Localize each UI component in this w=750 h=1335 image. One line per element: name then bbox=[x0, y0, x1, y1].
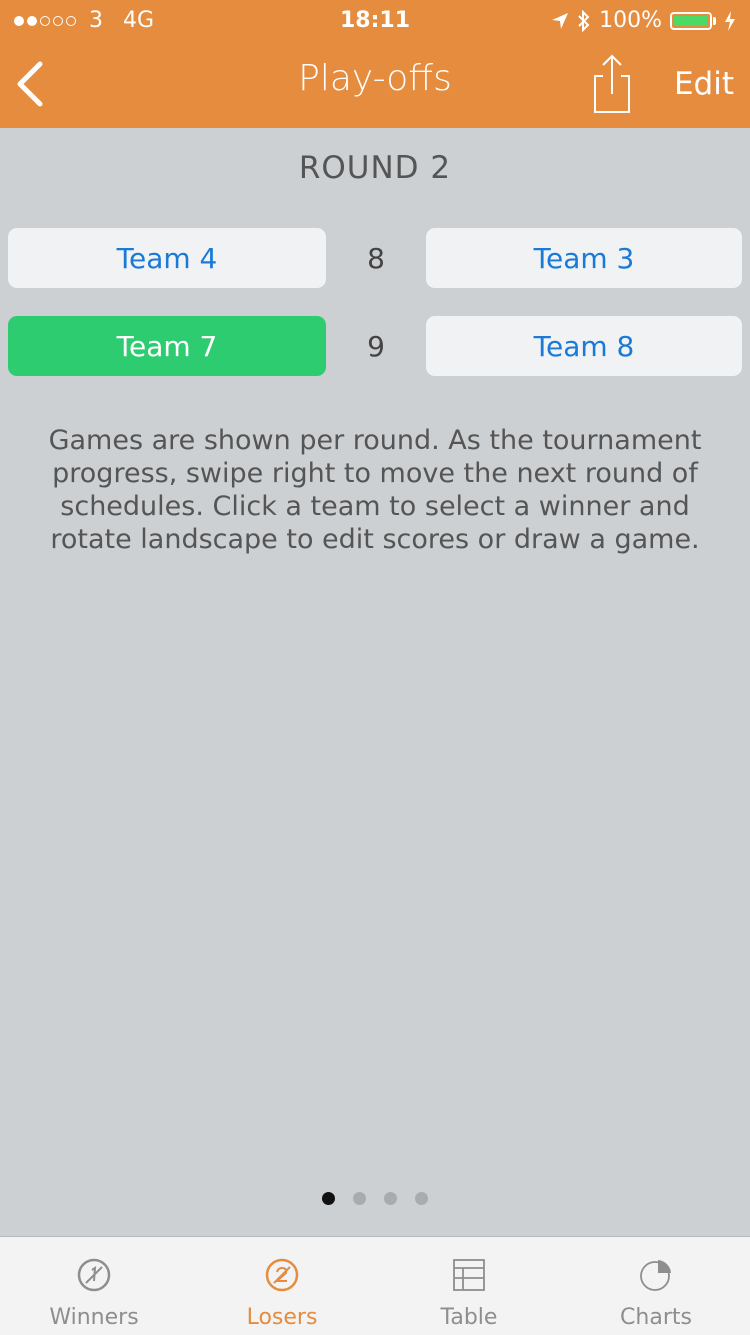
nav-bar: Play-offs Edit bbox=[0, 40, 750, 128]
status-right: 100% bbox=[543, 8, 736, 33]
chevron-left-icon bbox=[17, 61, 43, 107]
bluetooth-icon bbox=[578, 9, 590, 32]
table-icon bbox=[453, 1259, 485, 1291]
tab-bar: Winners Losers Table Charts bbox=[0, 1236, 750, 1335]
battery-icon bbox=[670, 11, 716, 30]
back-button[interactable] bbox=[10, 54, 60, 114]
page-indicator[interactable] bbox=[0, 1192, 750, 1205]
tab-winners[interactable]: Winners bbox=[0, 1237, 188, 1335]
page-dot-active[interactable] bbox=[322, 1192, 335, 1205]
page-dot[interactable] bbox=[353, 1192, 366, 1205]
header: 3 4G 18:11 100% Play-offs Edit bbox=[0, 0, 750, 128]
team-button-away[interactable]: Team 8 bbox=[426, 316, 742, 376]
battery-percent: 100% bbox=[599, 8, 662, 33]
tab-losers[interactable]: Losers bbox=[188, 1237, 376, 1335]
share-icon bbox=[594, 54, 630, 113]
losers-badge-icon bbox=[265, 1258, 299, 1292]
match-score: 9 bbox=[367, 329, 385, 363]
tab-table[interactable]: Table bbox=[375, 1237, 563, 1335]
match-row: Team 7 9 Team 8 bbox=[8, 316, 742, 376]
tab-label: Charts bbox=[620, 1305, 692, 1330]
page-title: Play-offs bbox=[298, 58, 452, 99]
edit-button[interactable]: Edit bbox=[674, 66, 734, 102]
tab-label: Winners bbox=[49, 1305, 139, 1330]
winners-badge-icon bbox=[77, 1258, 111, 1292]
share-button[interactable] bbox=[586, 50, 636, 114]
tab-label: Losers bbox=[246, 1305, 318, 1330]
team-button-away[interactable]: Team 3 bbox=[426, 228, 742, 288]
team-button-home-winner[interactable]: Team 7 bbox=[8, 316, 326, 376]
tab-charts[interactable]: Charts bbox=[562, 1237, 750, 1335]
team-button-home[interactable]: Team 4 bbox=[8, 228, 326, 288]
location-arrow-icon bbox=[552, 12, 569, 29]
status-bar: 3 4G 18:11 100% bbox=[0, 0, 750, 40]
instructions-text: Games are shown per round. As the tourna… bbox=[48, 425, 702, 555]
round-title: ROUND 2 bbox=[298, 150, 452, 186]
match-row: Team 4 8 Team 3 bbox=[8, 228, 742, 288]
tab-label: Table bbox=[440, 1305, 498, 1330]
charging-bolt-icon bbox=[725, 10, 735, 31]
page-dot[interactable] bbox=[415, 1192, 428, 1205]
page-dot[interactable] bbox=[384, 1192, 397, 1205]
pie-chart-icon bbox=[640, 1260, 671, 1291]
match-score: 8 bbox=[367, 241, 385, 275]
